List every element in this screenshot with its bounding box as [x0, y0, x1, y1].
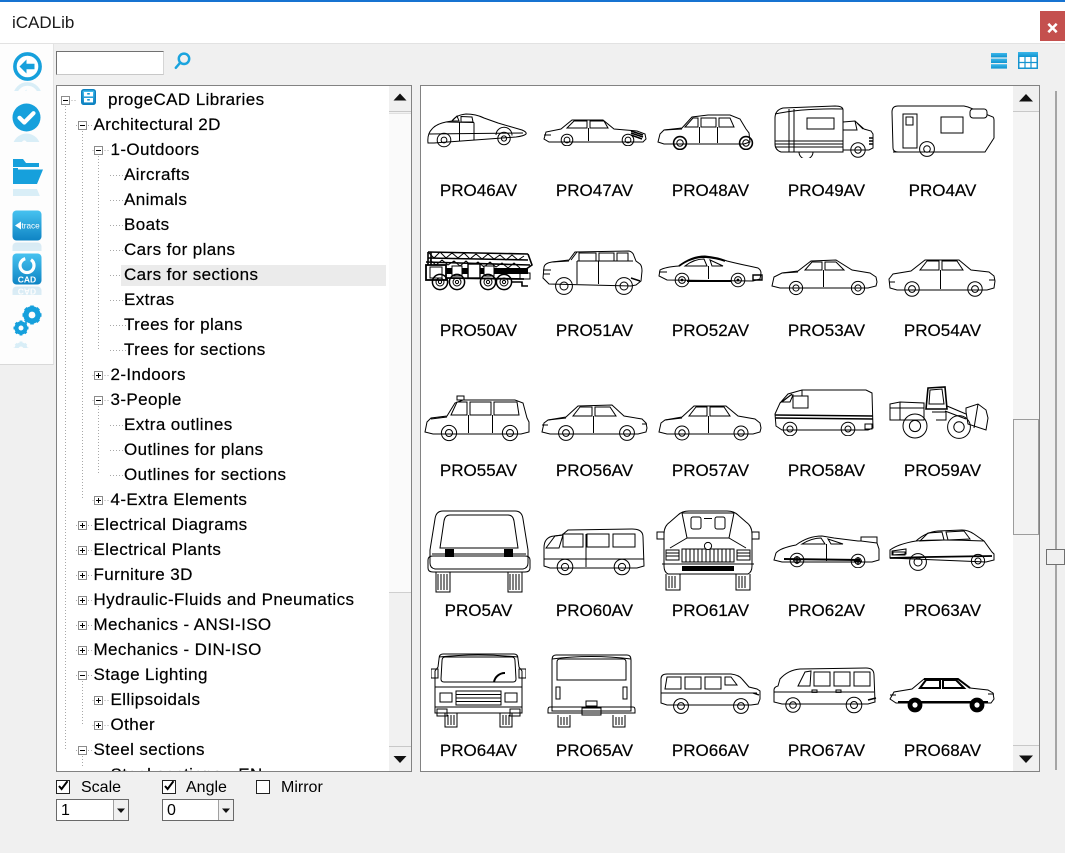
- svg-text:trace: trace: [22, 222, 41, 231]
- svg-text:CAD: CAD: [18, 287, 36, 296]
- svg-text:CAD: CAD: [18, 275, 36, 285]
